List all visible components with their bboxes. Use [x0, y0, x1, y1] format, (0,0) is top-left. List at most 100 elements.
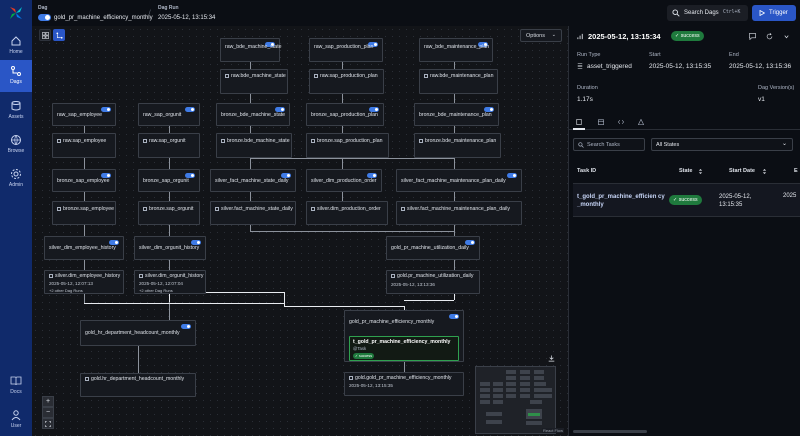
- horizontal-scrollbar[interactable]: [573, 430, 647, 433]
- asset-node-more[interactable]: +2 other Dag Runs: [139, 288, 173, 293]
- task-node[interactable]: bronze_sap_employee: [52, 169, 116, 192]
- task-node[interactable]: silver_fact_machine_state_daily: [210, 169, 296, 192]
- zoom-in-button[interactable]: +: [42, 396, 54, 407]
- asset-node[interactable]: raw.bde_machine_state: [220, 69, 288, 94]
- dag-group-node[interactable]: gold_pr_machine_efficiency_monthly t_gol…: [344, 310, 464, 362]
- minimap-node: [534, 388, 552, 392]
- more-icon[interactable]: [783, 33, 790, 40]
- graph-edge: [84, 158, 85, 169]
- database-icon: [143, 206, 147, 211]
- grid-view-button[interactable]: [39, 29, 51, 41]
- state-filter-value: All States: [656, 142, 680, 148]
- task-toggle[interactable]: [507, 173, 517, 178]
- state-filter-select[interactable]: All States ⌄: [651, 138, 793, 151]
- dag-pause-toggle[interactable]: [38, 14, 51, 21]
- minimap-node: [520, 376, 530, 380]
- asset-node[interactable]: gold.pr_machine_utilization_daily 2025-05…: [386, 270, 480, 294]
- database-icon: [225, 73, 229, 78]
- dag-group-label: gold_pr_machine_efficiency_monthly: [349, 319, 435, 325]
- sort-icon[interactable]: [698, 168, 703, 175]
- asset-node[interactable]: raw.sap_employee: [52, 133, 116, 158]
- asset-node[interactable]: silver.dim_production_order: [306, 201, 388, 225]
- task-node[interactable]: silver_fact_machine_maintenance_plan_dai…: [396, 169, 522, 192]
- graph-view-button[interactable]: [53, 29, 65, 41]
- asset-node-label: silver.fact_machine_state_daily: [221, 206, 293, 212]
- nav-browse[interactable]: Browse: [0, 129, 32, 161]
- table-row[interactable]: t_gold_pr_machine_efficien cy_monthly ✓ …: [573, 183, 800, 217]
- fit-view-button[interactable]: [42, 418, 54, 429]
- task-toggle[interactable]: [185, 107, 195, 112]
- task-node[interactable]: bronze_bde_maintenance_plan: [414, 103, 499, 126]
- task-id-link[interactable]: t_gold_pr_machine_efficien cy_monthly: [577, 193, 665, 209]
- dag-toggle[interactable]: [449, 314, 459, 319]
- col-state[interactable]: State: [679, 168, 692, 174]
- task-node[interactable]: gold_hr_department_headcount_monthly: [80, 320, 196, 346]
- col-start-date[interactable]: Start Date: [729, 168, 755, 174]
- user-icon: [11, 410, 21, 421]
- minimap-node: [526, 421, 542, 425]
- trigger-button[interactable]: Trigger: [752, 5, 796, 21]
- task-node[interactable]: raw_sap_employee: [52, 103, 116, 126]
- nav-home[interactable]: Home: [0, 30, 32, 62]
- asset-node[interactable]: bronze.bde_maintenance_plan: [414, 133, 501, 158]
- asset-node[interactable]: bronze.sap_employee: [52, 201, 116, 225]
- task-node[interactable]: raw_bde_machine_state: [220, 38, 282, 62]
- airflow-logo[interactable]: [8, 5, 24, 21]
- task-node[interactable]: bronze_bde_machine_state: [216, 103, 290, 126]
- asset-node[interactable]: silver.dim_employee_history 2025-05-12, 1…: [44, 270, 124, 294]
- minimap[interactable]: [475, 366, 556, 434]
- dag-graph[interactable]: Options ⌄ raw_bde_machine_state raw_sap_p…: [32, 26, 568, 436]
- task-node[interactable]: raw_sap_production_plan: [309, 38, 383, 62]
- dag-version-value: v1: [758, 96, 765, 103]
- nav-docs[interactable]: Docs: [0, 370, 32, 402]
- dag-run-value[interactable]: 2025-05-12, 13:15:34: [158, 15, 215, 21]
- asset-node[interactable]: gold.gold_pr_machine_efficiency_monthly 2…: [344, 372, 464, 396]
- task-toggle[interactable]: [181, 324, 191, 329]
- asset-node[interactable]: bronze.bde_machine_state: [216, 133, 292, 158]
- asset-node-more[interactable]: +2 other Dag Runs: [49, 288, 83, 293]
- asset-node[interactable]: raw.sap_orgunit: [138, 133, 200, 158]
- task-node[interactable]: bronze_sap_orgunit: [138, 169, 200, 192]
- task-node[interactable]: gold_pr_machine_utilization_daily: [386, 236, 480, 260]
- task-node[interactable]: raw_bde_maintenance_plan: [419, 38, 493, 62]
- tab-task-instances[interactable]: [573, 116, 585, 130]
- asset-node[interactable]: bronze.sap_orgunit: [138, 201, 200, 225]
- col-task-id[interactable]: Task ID: [577, 168, 596, 174]
- asset-node[interactable]: raw.sap_production_plan: [309, 69, 384, 94]
- tab-events[interactable]: [595, 116, 607, 130]
- tab-code[interactable]: [615, 116, 627, 130]
- refresh-icon[interactable]: [766, 33, 773, 40]
- task-node[interactable]: silver_dim_production_order: [306, 169, 382, 192]
- minimap-node: [520, 388, 530, 392]
- asset-node[interactable]: bronze.sap_production_plan: [306, 133, 389, 158]
- search-dags-button[interactable]: Search Dags Ctrl+K: [667, 5, 748, 21]
- asset-node[interactable]: silver.fact_machine_state_daily: [210, 201, 296, 225]
- note-icon[interactable]: [749, 33, 756, 40]
- task-node[interactable]: raw_sap_orgunit: [138, 103, 200, 126]
- download-icon[interactable]: [548, 355, 555, 362]
- asset-node[interactable]: silver.fact_machine_maintenance_plan_dai…: [396, 201, 522, 225]
- asset-node[interactable]: raw.bde_maintenance_plan: [419, 69, 498, 94]
- nav-dags[interactable]: Dags: [0, 60, 32, 92]
- start-value: 2025-05-12, 13:15:35: [649, 63, 712, 70]
- dag-name[interactable]: gold_pr_machine_efficiency_monthly: [54, 15, 153, 21]
- zoom-out-button[interactable]: −: [42, 407, 54, 418]
- react-flow-attribution[interactable]: React Flow: [542, 428, 565, 433]
- nav-user[interactable]: User: [0, 404, 32, 436]
- tab-warnings[interactable]: [635, 116, 647, 130]
- selected-task-node[interactable]: t_gold_pr_machine_efficiency_monthly @Ta…: [349, 336, 459, 361]
- search-tasks-input[interactable]: Search Tasks: [573, 138, 645, 151]
- sort-icon[interactable]: [762, 168, 767, 175]
- nav-assets[interactable]: Assets: [0, 95, 32, 127]
- database-icon: [401, 206, 405, 211]
- task-node[interactable]: bronze_sap_production_plan: [306, 103, 384, 126]
- task-node[interactable]: silver_dim_employee_history: [44, 236, 124, 260]
- col-end-date[interactable]: E: [794, 168, 798, 174]
- options-button[interactable]: Options ⌄: [520, 29, 562, 42]
- asset-node[interactable]: silver.dim_orgunit_history 2025-05-12, 12…: [134, 270, 206, 294]
- nav-admin[interactable]: Admin: [0, 163, 32, 195]
- asset-node[interactable]: gold.hr_department_headcount_monthly: [80, 373, 196, 397]
- nav-home-label: Home: [9, 49, 23, 55]
- task-toggle[interactable]: [101, 107, 111, 112]
- task-node[interactable]: silver_dim_orgunit_history: [134, 236, 206, 260]
